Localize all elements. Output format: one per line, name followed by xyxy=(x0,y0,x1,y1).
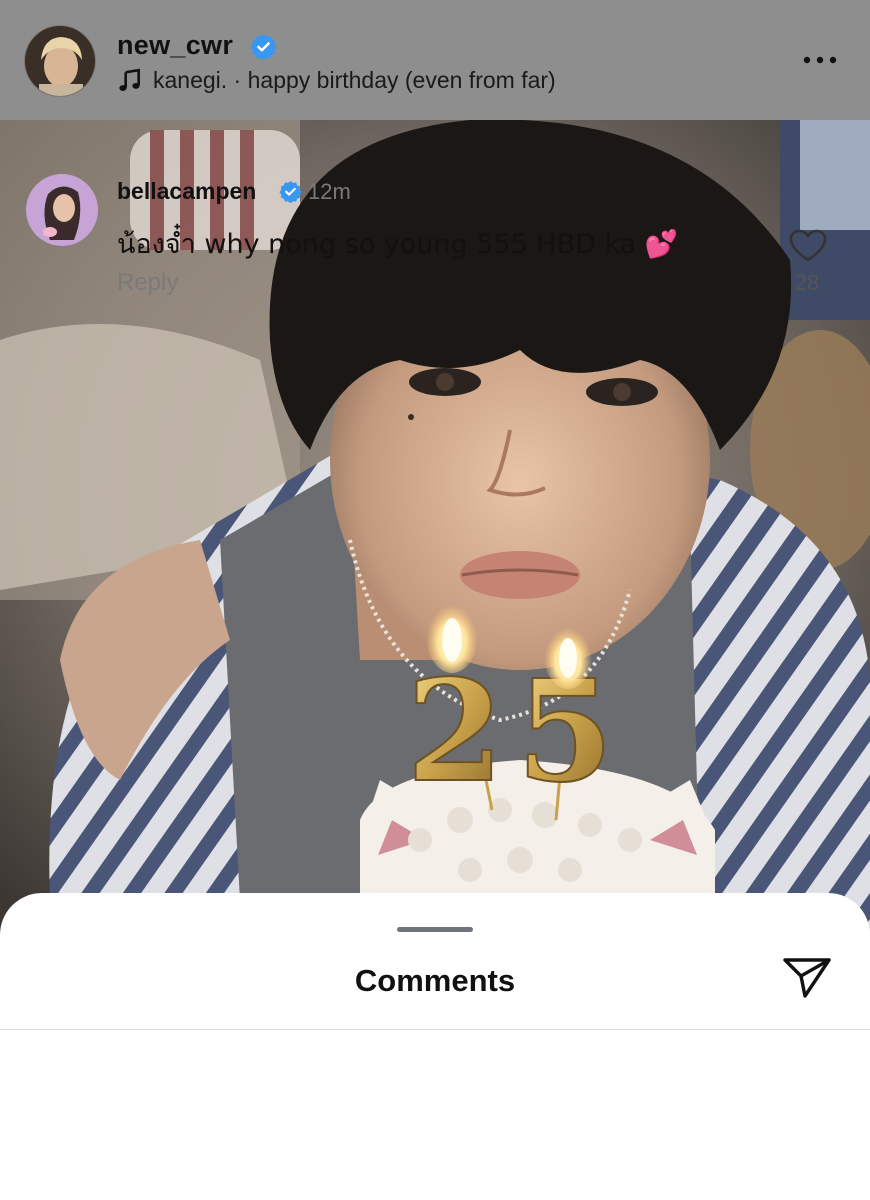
post-header: new_cwr kanegi. · happy birthday (even f… xyxy=(0,0,870,120)
verified-badge-icon xyxy=(279,180,302,203)
more-options-icon[interactable] xyxy=(800,52,840,68)
like-count: 28 xyxy=(794,270,820,295)
profile-avatar[interactable] xyxy=(24,25,96,97)
commenter-avatar[interactable] xyxy=(26,174,98,246)
comments-sheet: Comments xyxy=(0,893,870,1200)
comment-text: น้องจ๋ำ why nong so young 555 HBD ka 💕 xyxy=(117,229,679,260)
sheet-title: Comments xyxy=(354,963,516,998)
song-info[interactable]: kanegi. · happy birthday (even from far) xyxy=(153,67,556,94)
verified-badge-icon xyxy=(250,34,277,60)
comment-timestamp: 12m xyxy=(308,179,351,204)
music-note-icon xyxy=(119,68,140,91)
send-icon[interactable] xyxy=(781,955,833,1001)
candle-digit: 2 xyxy=(406,650,503,814)
reply-button[interactable]: Reply xyxy=(117,269,178,297)
divider xyxy=(0,1029,870,1030)
sheet-drag-handle[interactable] xyxy=(397,927,473,932)
heart-icon[interactable] xyxy=(789,229,827,263)
post-username[interactable]: new_cwr xyxy=(117,30,233,61)
commenter-username[interactable]: bellacampen xyxy=(117,178,256,205)
